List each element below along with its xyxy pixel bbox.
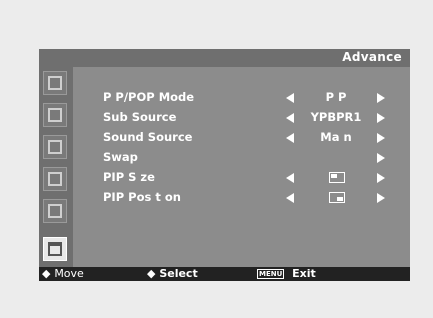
menu-row-pip-size[interactable]: PIP S ze bbox=[103, 169, 403, 187]
menu-row-pip-position[interactable]: PIP Pos t on bbox=[103, 189, 403, 207]
left-arrow-icon[interactable] bbox=[286, 173, 294, 183]
pip-position-icon bbox=[329, 192, 345, 203]
menu-header: Advance bbox=[39, 49, 410, 67]
help-bar: ◆ Move ◆ Select MENU Exit bbox=[39, 267, 410, 281]
exit-label: Exit bbox=[292, 267, 316, 280]
menu-row-sound-source[interactable]: Sound Source Ma n bbox=[103, 129, 403, 147]
row-label: Sub Source bbox=[103, 110, 177, 124]
right-arrow-icon[interactable] bbox=[377, 93, 385, 103]
right-arrow-icon[interactable] bbox=[377, 193, 385, 203]
row-label: PIP Pos t on bbox=[103, 190, 181, 204]
row-label: P P/POP Mode bbox=[103, 90, 195, 104]
advance-icon[interactable] bbox=[43, 237, 67, 261]
menu-title: Advance bbox=[342, 50, 402, 64]
pip-size-icon bbox=[329, 172, 345, 183]
select-label: Select bbox=[159, 267, 198, 280]
menu-key-icon: MENU bbox=[257, 269, 285, 279]
exit-hint: MENU Exit bbox=[257, 267, 316, 280]
row-label: PIP S ze bbox=[103, 170, 155, 184]
menu-row-pip-pop-mode[interactable]: P P/POP Mode P P bbox=[103, 89, 403, 107]
row-value: Ma n bbox=[320, 130, 352, 144]
menu-row-sub-source[interactable]: Sub Source YPBPR1 bbox=[103, 109, 403, 127]
setup-icon[interactable] bbox=[43, 167, 67, 191]
row-label: Sound Source bbox=[103, 130, 193, 144]
osd-menu: Advance P P/POP Mode P P Sub Source YPBP… bbox=[39, 49, 410, 281]
menu-row-swap[interactable]: Swap bbox=[103, 149, 403, 167]
left-arrow-icon[interactable] bbox=[286, 93, 294, 103]
left-arrow-icon[interactable] bbox=[286, 133, 294, 143]
input-icon[interactable] bbox=[43, 199, 67, 223]
right-arrow-icon[interactable] bbox=[377, 113, 385, 123]
channel-icon[interactable] bbox=[43, 135, 67, 159]
row-value: YPBPR1 bbox=[310, 110, 362, 124]
left-arrow-icon[interactable] bbox=[286, 193, 294, 203]
left-arrow-icon[interactable] bbox=[286, 113, 294, 123]
right-arrow-icon[interactable] bbox=[377, 173, 385, 183]
move-hint: ◆ Move bbox=[42, 267, 84, 280]
picture-icon[interactable] bbox=[43, 71, 67, 95]
category-sidebar bbox=[39, 67, 73, 267]
left-right-icon: ◆ bbox=[147, 267, 156, 280]
right-arrow-icon[interactable] bbox=[377, 153, 385, 163]
row-value: P P bbox=[325, 90, 347, 104]
right-arrow-icon[interactable] bbox=[377, 133, 385, 143]
sound-icon[interactable] bbox=[43, 103, 67, 127]
move-label: Move bbox=[54, 267, 84, 280]
select-hint: ◆ Select bbox=[147, 267, 198, 280]
row-label: Swap bbox=[103, 150, 138, 164]
up-down-icon: ◆ bbox=[42, 267, 51, 280]
